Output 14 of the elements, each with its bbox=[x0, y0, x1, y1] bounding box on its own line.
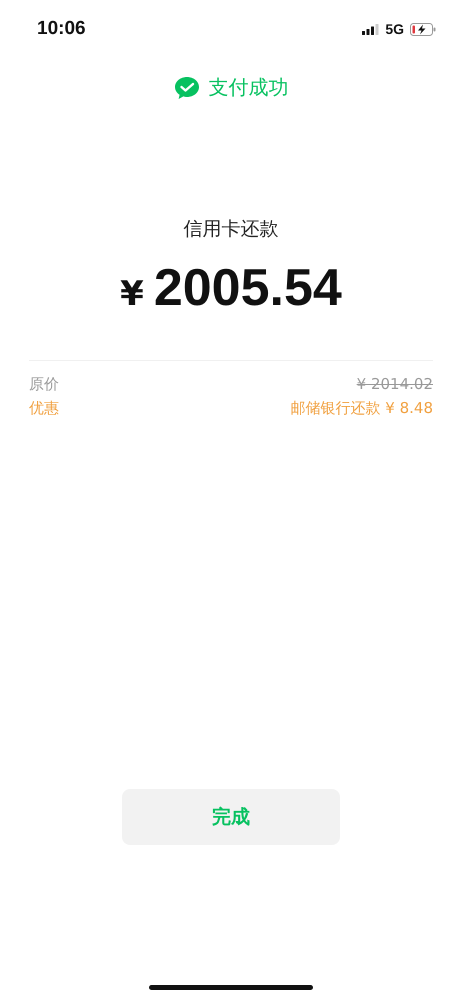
done-button[interactable]: 完成 bbox=[122, 789, 340, 845]
detail-label: 优惠 bbox=[29, 398, 59, 418]
success-title: 支付成功 bbox=[208, 74, 288, 101]
chat-check-icon bbox=[174, 76, 200, 100]
status-time: 10:06 bbox=[37, 18, 86, 40]
battery-icon bbox=[410, 22, 436, 36]
network-label: 5G bbox=[385, 21, 404, 37]
payment-label: 信用卡还款 bbox=[182, 217, 280, 242]
signal-icon bbox=[362, 24, 380, 34]
detail-label: 原价 bbox=[29, 374, 59, 394]
detail-value: ¥ 2014.02 bbox=[356, 374, 433, 394]
payment-amount: 2005.54 bbox=[154, 258, 342, 318]
detail-value: 邮储银行还款 ¥ 8.48 bbox=[290, 398, 433, 418]
currency-symbol: ¥ bbox=[120, 274, 144, 314]
